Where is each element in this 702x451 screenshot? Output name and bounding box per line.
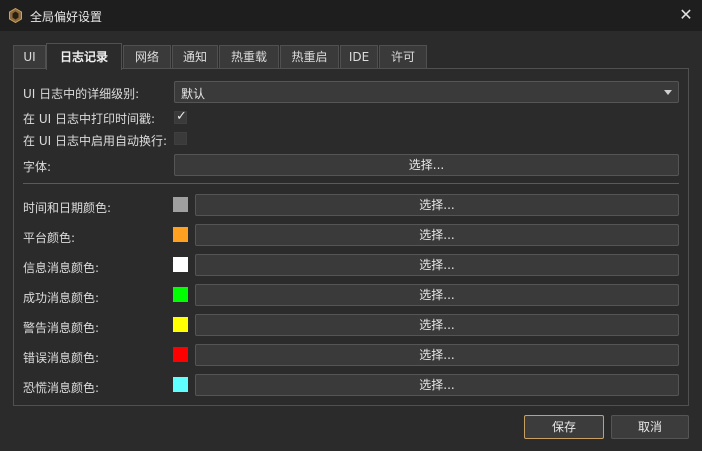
select-button-panic[interactable]: 选择... — [195, 374, 679, 396]
select-button-error[interactable]: 选择... — [195, 344, 679, 366]
color-swatch-warning — [173, 317, 188, 332]
color-swatch-info — [173, 257, 188, 272]
select-button-datetime[interactable]: 选择... — [195, 194, 679, 216]
color-swatch-success — [173, 287, 188, 302]
color-label-warning: 警告消息颜色: — [23, 321, 100, 335]
color-label-success: 成功消息颜色: — [23, 291, 100, 305]
close-icon[interactable]: ✕ — [678, 6, 694, 24]
color-label-platform: 平台颜色: — [23, 231, 76, 245]
select-button-platform[interactable]: 选择... — [195, 224, 679, 246]
tab-logging[interactable]: 日志记录 — [46, 43, 122, 70]
font-select-button[interactable]: 选择... — [174, 154, 679, 176]
timestamp-label: 在 UI 日志中打印时间戳: — [23, 112, 155, 126]
cancel-button[interactable]: 取消 — [611, 415, 689, 439]
tab-ide[interactable]: IDE — [340, 45, 378, 69]
wrap-label: 在 UI 日志中启用自动换行: — [23, 134, 167, 148]
tab-notifications[interactable]: 通知 — [172, 45, 218, 69]
verbosity-label: UI 日志中的详细级别: — [23, 87, 140, 101]
color-swatch-datetime — [173, 197, 188, 212]
timestamp-checkbox[interactable]: ✓ — [174, 109, 187, 124]
wrap-checkbox[interactable] — [174, 132, 187, 145]
tab-hot-reload[interactable]: 热重载 — [219, 45, 279, 69]
tab-ui[interactable]: UI — [13, 45, 46, 69]
logging-panel: UI 日志中的详细级别: 默认 在 UI 日志中打印时间戳: ✓ 在 UI 日志… — [13, 68, 689, 406]
color-label-panic: 恐慌消息颜色: — [23, 381, 100, 395]
app-gear-icon — [8, 7, 23, 24]
verbosity-value: 默认 — [181, 87, 206, 101]
color-label-datetime: 时间和日期颜色: — [23, 201, 112, 215]
title-bar: 全局偏好设置 ✕ — [0, 0, 702, 31]
tab-network[interactable]: 网络 — [123, 45, 171, 69]
save-button[interactable]: 保存 — [524, 415, 604, 439]
select-button-success[interactable]: 选择... — [195, 284, 679, 306]
tab-license[interactable]: 许可 — [379, 45, 427, 69]
color-swatch-panic — [173, 377, 188, 392]
checkmark-icon: ✓ — [176, 109, 187, 124]
color-label-info: 信息消息颜色: — [23, 261, 100, 275]
color-label-error: 错误消息颜色: — [23, 351, 100, 365]
separator — [23, 183, 679, 184]
chevron-down-icon — [664, 90, 672, 95]
tab-hot-restart[interactable]: 热重启 — [280, 45, 339, 69]
verbosity-dropdown[interactable]: 默认 — [174, 81, 679, 103]
select-button-warning[interactable]: 选择... — [195, 314, 679, 336]
color-swatch-platform — [173, 227, 188, 242]
color-swatch-error — [173, 347, 188, 362]
font-label: 字体: — [23, 160, 52, 174]
select-button-info[interactable]: 选择... — [195, 254, 679, 276]
window-title: 全局偏好设置 — [30, 10, 103, 24]
